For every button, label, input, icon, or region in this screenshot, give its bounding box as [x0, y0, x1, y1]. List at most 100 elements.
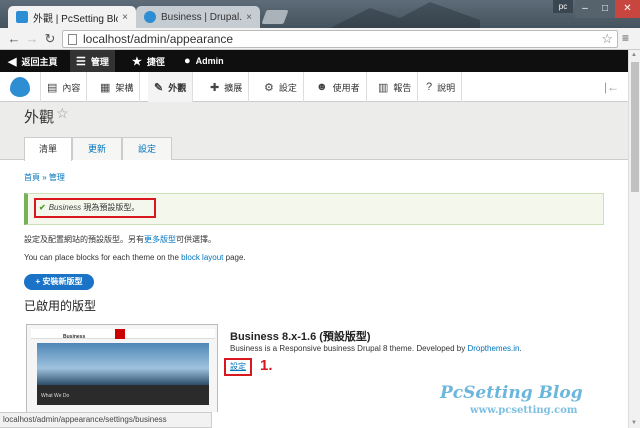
user-icon: ●: [184, 55, 191, 67]
tab-list[interactable]: 清單: [24, 137, 72, 161]
tab-appearance[interactable]: 外觀 | PcSetting Blog ×: [8, 6, 136, 28]
user-link[interactable]: ● Admin: [184, 50, 224, 72]
theme-settings-link[interactable]: 設定: [224, 358, 252, 376]
extend-icon: ✚: [210, 81, 220, 94]
tab-close-icon[interactable]: ×: [122, 12, 128, 23]
manage-link[interactable]: ☰ 管理: [70, 50, 115, 72]
address-url: localhost/admin/appearance: [83, 32, 234, 46]
browser-toolbar: ← → ↻ localhost/admin/appearance ☆ ≡: [0, 28, 640, 50]
tray-item-label: 設定: [278, 82, 297, 93]
tray-item-label: 擴展: [224, 82, 243, 93]
page-header: 外觀 ☆ 清單 更新 設定: [0, 102, 628, 161]
appearance-icon: ✎: [154, 81, 164, 94]
tab-update[interactable]: 更新: [72, 137, 122, 160]
tray-item-label: 內容: [62, 82, 81, 93]
config-icon: ⚙: [264, 81, 274, 94]
tray-item-structure[interactable]: ▦ 架構: [94, 72, 141, 102]
desc-before: Business is a Responsive business Drupal…: [230, 344, 468, 353]
hamburger-icon: ☰: [76, 55, 86, 68]
tab-title: Business | Drupal.org: [161, 11, 242, 23]
tray-item-config[interactable]: ⚙ 設定: [258, 72, 304, 102]
tray-item-content[interactable]: ▤ 內容: [40, 72, 88, 102]
reload-icon[interactable]: ↻: [42, 31, 58, 47]
tray-item-label: 報告: [393, 82, 412, 93]
vertical-scrollbar[interactable]: ▲ ▼: [628, 50, 640, 428]
intro-before: 設定及配置網站的預設版型。另有: [24, 235, 144, 244]
maximize-button[interactable]: □: [595, 0, 615, 18]
tray-item-extend[interactable]: ✚ 擴展: [204, 72, 250, 102]
dropthemes-link[interactable]: Dropthemes.in: [467, 344, 519, 353]
screenshot-menu-highlight: [115, 329, 125, 339]
help-icon: ?: [426, 81, 433, 93]
install-theme-button[interactable]: + 安裝新版型: [24, 274, 94, 290]
content-icon: ▤: [47, 81, 58, 94]
step-number-label: 1.: [260, 357, 273, 374]
address-bar[interactable]: localhost/admin/appearance ☆: [62, 30, 618, 48]
back-arrow-icon[interactable]: ←: [6, 31, 22, 46]
tab-title: 外觀 | PcSetting Blog: [33, 13, 119, 25]
minimize-button[interactable]: –: [575, 0, 595, 18]
browser-titlebar: 外觀 | PcSetting Blog × Business | Drupal.…: [0, 0, 640, 28]
block-layout-link[interactable]: block layout: [181, 253, 223, 262]
back-to-site-link[interactable]: ◀ 返回主頁: [8, 50, 57, 72]
status-bar-url: localhost/admin/appearance/settings/busi…: [0, 412, 212, 428]
screenshot-banner: [37, 343, 209, 385]
blocks-after: page.: [223, 253, 246, 262]
drupal-favicon-icon: [144, 11, 156, 23]
screenshot-caption: What We Do: [41, 393, 70, 399]
page-icon: [68, 34, 77, 45]
browser-user-badge[interactable]: pc: [553, 0, 573, 13]
tab-business-drupal[interactable]: Business | Drupal.org ×: [136, 6, 260, 28]
user-label: Admin: [195, 56, 224, 66]
screenshot-logo-text: Business: [63, 334, 86, 340]
manage-label: 管理: [90, 56, 109, 67]
blocks-before: You can place blocks for each theme on t…: [24, 253, 182, 262]
intro-after: 可供選擇。: [176, 235, 216, 244]
settings-link-text[interactable]: 設定: [230, 362, 246, 371]
forward-arrow-icon[interactable]: →: [24, 31, 40, 46]
intro-text: 設定及配置網站的預設版型。另有更多版型可供選擇。: [24, 234, 216, 245]
message-theme-name: Business: [48, 203, 82, 212]
more-themes-link[interactable]: 更多版型: [144, 235, 176, 244]
block-layout-text: You can place blocks for each theme on t…: [24, 253, 246, 262]
scrollbar-thumb[interactable]: [631, 62, 639, 192]
admin-toolbar: ◀ 返回主頁 ☰ 管理 ★ 捷徑 ● Admin: [0, 50, 628, 72]
new-tab-button[interactable]: [261, 10, 289, 24]
highlight-box: ✔ Business 現為預設版型。: [34, 198, 156, 218]
scroll-down-icon[interactable]: ▼: [631, 420, 637, 426]
shortcuts-label: 捷徑: [146, 56, 165, 67]
status-message: ✔ Business 現為預設版型。: [24, 193, 604, 225]
tray-orientation-toggle-icon[interactable]: |←: [604, 80, 619, 94]
theme-screenshot: Business What We Do: [26, 324, 218, 412]
theme-description: Business is a Responsive business Drupal…: [230, 344, 522, 353]
shortcuts-link[interactable]: ★ 捷徑: [132, 50, 165, 72]
drupal-logo-icon[interactable]: [10, 77, 30, 97]
page-content: 外觀 ☆ 清單 更新 設定 首頁 » 管理 ✔ Business 現為預設版型。 …: [0, 102, 628, 412]
structure-icon: ▦: [100, 81, 111, 94]
browser-menu-icon[interactable]: ≡: [622, 31, 634, 45]
tray-item-appearance[interactable]: ✎ 外觀: [148, 72, 194, 102]
tab-settings[interactable]: 設定: [122, 137, 172, 160]
tray-item-reports[interactable]: ▥ 報告: [372, 72, 419, 102]
message-text: 現為預設版型。: [81, 203, 140, 212]
bookmark-star-icon[interactable]: ☆: [601, 31, 613, 47]
admin-tray: ▤ 內容 ▦ 架構 ✎ 外觀 ✚ 擴展 ⚙ 設定 ☻ 使用者 ▥ 報告 ? 說明 |←: [0, 72, 628, 102]
tray-item-help[interactable]: ? 說明: [420, 72, 463, 102]
scroll-up-icon[interactable]: ▲: [631, 52, 637, 58]
screenshot-header: Business: [31, 329, 215, 340]
breadcrumb[interactable]: 首頁 » 管理: [24, 172, 65, 183]
watermark-url: www.pcsetting.com: [470, 405, 578, 416]
tray-item-people[interactable]: ☻ 使用者: [310, 72, 367, 102]
tray-item-label: 架構: [115, 82, 134, 93]
tab-close-icon[interactable]: ×: [246, 12, 252, 23]
watermark-title: PcSetting Blog: [440, 383, 583, 403]
reports-icon: ▥: [378, 81, 389, 94]
back-circle-icon: ◀: [8, 55, 17, 68]
tray-item-label: 說明: [437, 82, 456, 93]
desc-after: .: [519, 344, 522, 353]
close-window-button[interactable]: ✕: [615, 0, 640, 18]
back-to-site-label: 返回主頁: [21, 56, 58, 67]
people-icon: ☻: [316, 81, 328, 93]
theme-name: Business 8.x-1.6 (預設版型): [230, 331, 371, 343]
favorite-star-icon[interactable]: ☆: [56, 105, 69, 122]
